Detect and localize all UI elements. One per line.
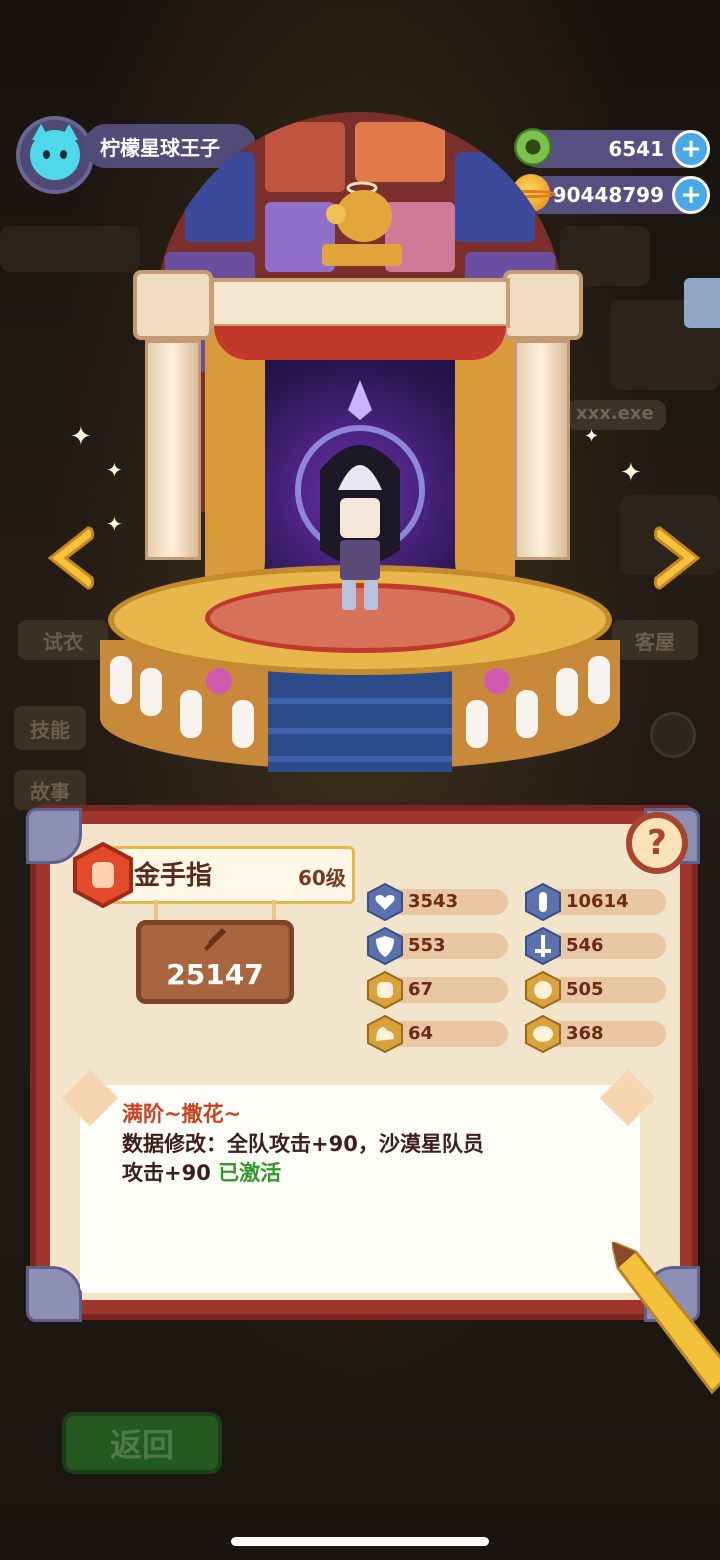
player-avatar-frame[interactable] (16, 116, 94, 194)
skill-title: 满阶~撒花~ (122, 1102, 242, 1126)
background-side-tab-skills: 技能 (14, 706, 86, 750)
background-file-tag: xxx.exe (566, 400, 666, 430)
baluster (588, 656, 610, 704)
smile-icon (525, 971, 561, 1009)
donut-amount: 6541 (608, 137, 664, 161)
fist-class-icon (73, 842, 133, 908)
left-pillar (145, 340, 201, 560)
skill-description-text: 攻击+90 (122, 1161, 211, 1185)
baluster (556, 668, 578, 716)
sword-down-icon (525, 927, 561, 965)
cat-face-icon (30, 124, 80, 180)
background-side-tab-story: 故事 (14, 770, 86, 810)
sparkle-icon: ✦ (70, 422, 92, 452)
stat-value: 546 (566, 935, 604, 956)
help-button[interactable]: ? (626, 812, 688, 874)
tab-left-label: 试衣 (43, 629, 83, 654)
sword-icon (204, 928, 226, 951)
skill-description-line-2: 攻击+90 已激活 (122, 1157, 281, 1187)
coin-amount: 90448799 (552, 183, 664, 207)
baluster (232, 700, 254, 748)
pencil-icon (612, 1242, 720, 1395)
stat-value: 505 (566, 979, 604, 1000)
next-cookie-arrow[interactable] (652, 522, 706, 594)
side-tab-skills-label: 技能 (30, 717, 70, 742)
flower-icon (484, 668, 510, 694)
right-pillar (514, 340, 570, 560)
background-tab-right: 客屋 (612, 620, 698, 660)
flower-icon (206, 668, 232, 694)
cookie-level: 60级 (298, 866, 346, 890)
stat-value: 3543 (408, 891, 459, 912)
stage-beam (210, 278, 510, 328)
panel-corner (26, 1266, 82, 1322)
sparkle-icon: ✦ (106, 512, 123, 536)
stat-value: 553 (408, 935, 446, 956)
tab-right-label: 客屋 (635, 629, 675, 654)
heart-icon (367, 883, 403, 921)
red-valance (214, 326, 506, 360)
skill-description-line-1: 数据修改：全队攻击+90，沙漠星队员 (122, 1132, 484, 1156)
file-label: xxx.exe (576, 403, 654, 424)
sparkle-icon: ✦ (584, 426, 600, 447)
stat-value: 67 (408, 979, 434, 1000)
filter-icon (650, 712, 696, 758)
add-coin-button[interactable]: + (672, 176, 710, 214)
sparkle-icon: ✦ (106, 458, 123, 482)
stat-value: 10614 (566, 891, 629, 912)
fist-icon (367, 971, 403, 1009)
home-indicator (231, 1537, 489, 1546)
background-tab-left: 试衣 (18, 620, 108, 660)
attack-icon (525, 883, 561, 921)
skill-status: 已激活 (218, 1161, 282, 1185)
right-pillar-capital (503, 270, 583, 340)
side-tab-story-label: 故事 (30, 779, 70, 804)
left-pillar-capital (133, 270, 213, 340)
baluster (140, 668, 162, 716)
cookie-character (295, 380, 425, 610)
sparkle-icon: ✦ (620, 458, 642, 488)
stat-value: 64 (408, 1023, 434, 1044)
angel-cat-statue (322, 181, 402, 266)
stat-value: 368 (566, 1023, 604, 1044)
baluster (516, 690, 538, 738)
previous-cookie-arrow[interactable] (42, 522, 96, 594)
shield-icon (367, 927, 403, 965)
stage-steps (268, 670, 452, 772)
add-donut-button[interactable]: + (672, 130, 710, 168)
baluster (466, 700, 488, 748)
muscle-icon (367, 1015, 403, 1053)
brain-icon (525, 1015, 561, 1053)
baluster (180, 690, 202, 738)
power-value: 25147 (166, 958, 264, 991)
clip-icon (684, 278, 720, 328)
back-button[interactable]: 返回 (62, 1412, 222, 1474)
background-shelf (0, 226, 140, 272)
cookie-name: 金手指 (134, 861, 213, 891)
back-button-label: 返回 (109, 1426, 174, 1464)
baluster (110, 656, 132, 704)
